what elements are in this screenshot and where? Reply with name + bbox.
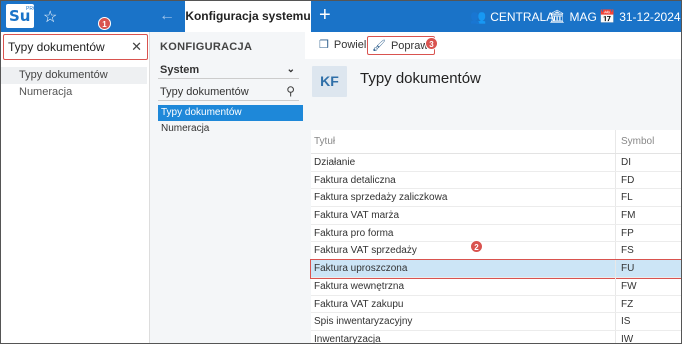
table-row[interactable]: Faktura detaliczna FD: [311, 171, 681, 190]
powiel-button[interactable]: ❐ Powiel: [315, 36, 372, 55]
callout-badge: 3: [425, 37, 438, 50]
cell-symbol: FZ: [615, 295, 681, 313]
date-selector[interactable]: 📅 31-12-2024: [599, 1, 681, 32]
table-header: Tytuł Symbol: [311, 130, 681, 154]
cell-symbol: FU: [615, 260, 681, 277]
cell-tytul: Faktura VAT zakupu: [314, 298, 404, 310]
menu-search-input[interactable]: [8, 38, 126, 56]
back-arrow-icon[interactable]: ←: [159, 7, 175, 25]
brush-icon: 🖌: [372, 40, 386, 52]
app-logo[interactable]: Su PRO: [6, 4, 37, 28]
table-row[interactable]: Działanie DI: [311, 154, 681, 172]
tab-konfiguracja-systemu[interactable]: Konfiguracja systemu: [185, 1, 311, 32]
logo-pro-text: PRO: [26, 6, 37, 12]
table-body: Działanie DI Faktura detaliczna FD Faktura s…: [310, 154, 681, 344]
app-window: Su PRO ☆ ← Konfiguracja systemu + 👥 CENTR…: [0, 0, 682, 344]
table-row[interactable]: Faktura VAT zakupu FZ: [311, 295, 681, 314]
config-panel-title: KONFIGURACJA: [160, 41, 253, 53]
cell-tytul: Działanie: [314, 157, 356, 168]
search-icon[interactable]: ⚲: [286, 84, 295, 98]
cell-tytul: Faktura wewnętrzna: [314, 280, 405, 292]
cell-symbol: FW: [615, 277, 681, 295]
cell-symbol: IS: [615, 313, 681, 330]
cell-tytul: Faktura uproszczona: [314, 263, 408, 275]
cell-symbol: IW: [615, 330, 681, 343]
cell-symbol: FP: [615, 224, 681, 242]
column-header-symbol[interactable]: Symbol: [615, 130, 681, 153]
warehouse-selector[interactable]: 🏛 MAG: [549, 1, 597, 32]
favorites-star-icon[interactable]: ☆: [43, 7, 57, 27]
config-list: Typy dokumentów Numeracja: [158, 105, 303, 137]
calendar-icon: 📅: [599, 9, 616, 24]
table-row[interactable]: Inwentaryzacja IW: [311, 330, 681, 344]
table-row[interactable]: Faktura VAT marża FM: [311, 207, 681, 225]
left-search-panel: ✕ Typy dokumentów Numeracja: [1, 32, 150, 343]
cell-tytul: Faktura sprzedaży zaliczkowa: [314, 192, 448, 204]
cell-tytul: Faktura detaliczna: [314, 174, 396, 186]
cell-symbol: FM: [615, 207, 681, 224]
search-result-numeracja[interactable]: Numeracja: [1, 84, 147, 101]
cell-symbol: FL: [615, 189, 681, 207]
search-results-list: Typy dokumentów Numeracja: [1, 67, 147, 101]
cell-symbol: FS: [615, 242, 681, 260]
duplicate-icon: ❐: [319, 39, 329, 51]
table-row[interactable]: Spis inwentaryzacyjny IS: [311, 313, 681, 331]
cell-tytul: Inwentaryzacja: [314, 333, 381, 344]
callout-badge: 1: [98, 17, 111, 30]
centrala-label: CENTRALA: [490, 10, 555, 24]
chevron-down-icon: ⌄: [286, 64, 295, 75]
popraw-label: Popraw: [390, 40, 429, 52]
warehouse-icon: 🏛: [549, 9, 566, 24]
config-search-input[interactable]: [160, 84, 275, 100]
table-row[interactable]: Faktura sprzedaży zaliczkowa FL: [311, 189, 681, 208]
config-panel: KONFIGURACJA System ⌄ ⚲ Typy dokumentów …: [150, 32, 305, 343]
cell-tytul: Spis inwentaryzacyjny: [314, 316, 413, 328]
cell-tytul: Faktura VAT marża: [314, 210, 400, 222]
config-item-numeracja[interactable]: Numeracja: [158, 121, 303, 137]
table-row[interactable]: Faktura wewnętrzna FW: [311, 277, 681, 296]
config-item-typy-dokumentow[interactable]: Typy dokumentów: [158, 105, 303, 121]
cell-tytul: Faktura pro forma: [314, 227, 394, 239]
config-search-box: ⚲: [158, 83, 299, 101]
clear-search-icon[interactable]: ✕: [131, 39, 142, 55]
callout-badge: 2: [470, 240, 483, 253]
menu-search-box: ✕: [3, 34, 148, 60]
cell-symbol: DI: [615, 154, 681, 171]
table-row[interactable]: Faktura pro forma FP: [311, 224, 681, 243]
search-result-typy-dokumentow[interactable]: Typy dokumentów: [1, 67, 147, 84]
cell-symbol: FD: [615, 171, 681, 189]
date-label: 31-12-2024: [619, 10, 681, 24]
main-content: ❐ Powiel 🖌 Popraw KF Typy dokumentów Tytuł…: [305, 32, 681, 344]
action-toolbar: ❐ Powiel 🖌 Popraw: [305, 32, 681, 59]
module-badge: KF: [312, 66, 347, 97]
page-title: Typy dokumentów: [360, 70, 481, 87]
centrala-selector[interactable]: 👥 CENTRALA: [470, 1, 554, 32]
cell-tytul: Faktura VAT sprzedaży: [314, 245, 417, 257]
users-icon: 👥: [470, 9, 487, 24]
system-select-value: System: [160, 64, 200, 76]
system-select[interactable]: System ⌄: [158, 61, 299, 79]
table-row[interactable]: Faktura VAT sprzedaży FS: [311, 242, 681, 261]
warehouse-label: MAG: [569, 10, 597, 24]
powiel-label: Powiel: [333, 39, 367, 51]
document-types-table: Tytuł Symbol Działanie DI Faktura detalicz…: [310, 130, 681, 344]
table-row[interactable]: Faktura uproszczona FU: [310, 259, 681, 279]
new-tab-plus-icon[interactable]: +: [319, 4, 331, 27]
column-header-tytul[interactable]: Tytuł: [314, 130, 335, 154]
